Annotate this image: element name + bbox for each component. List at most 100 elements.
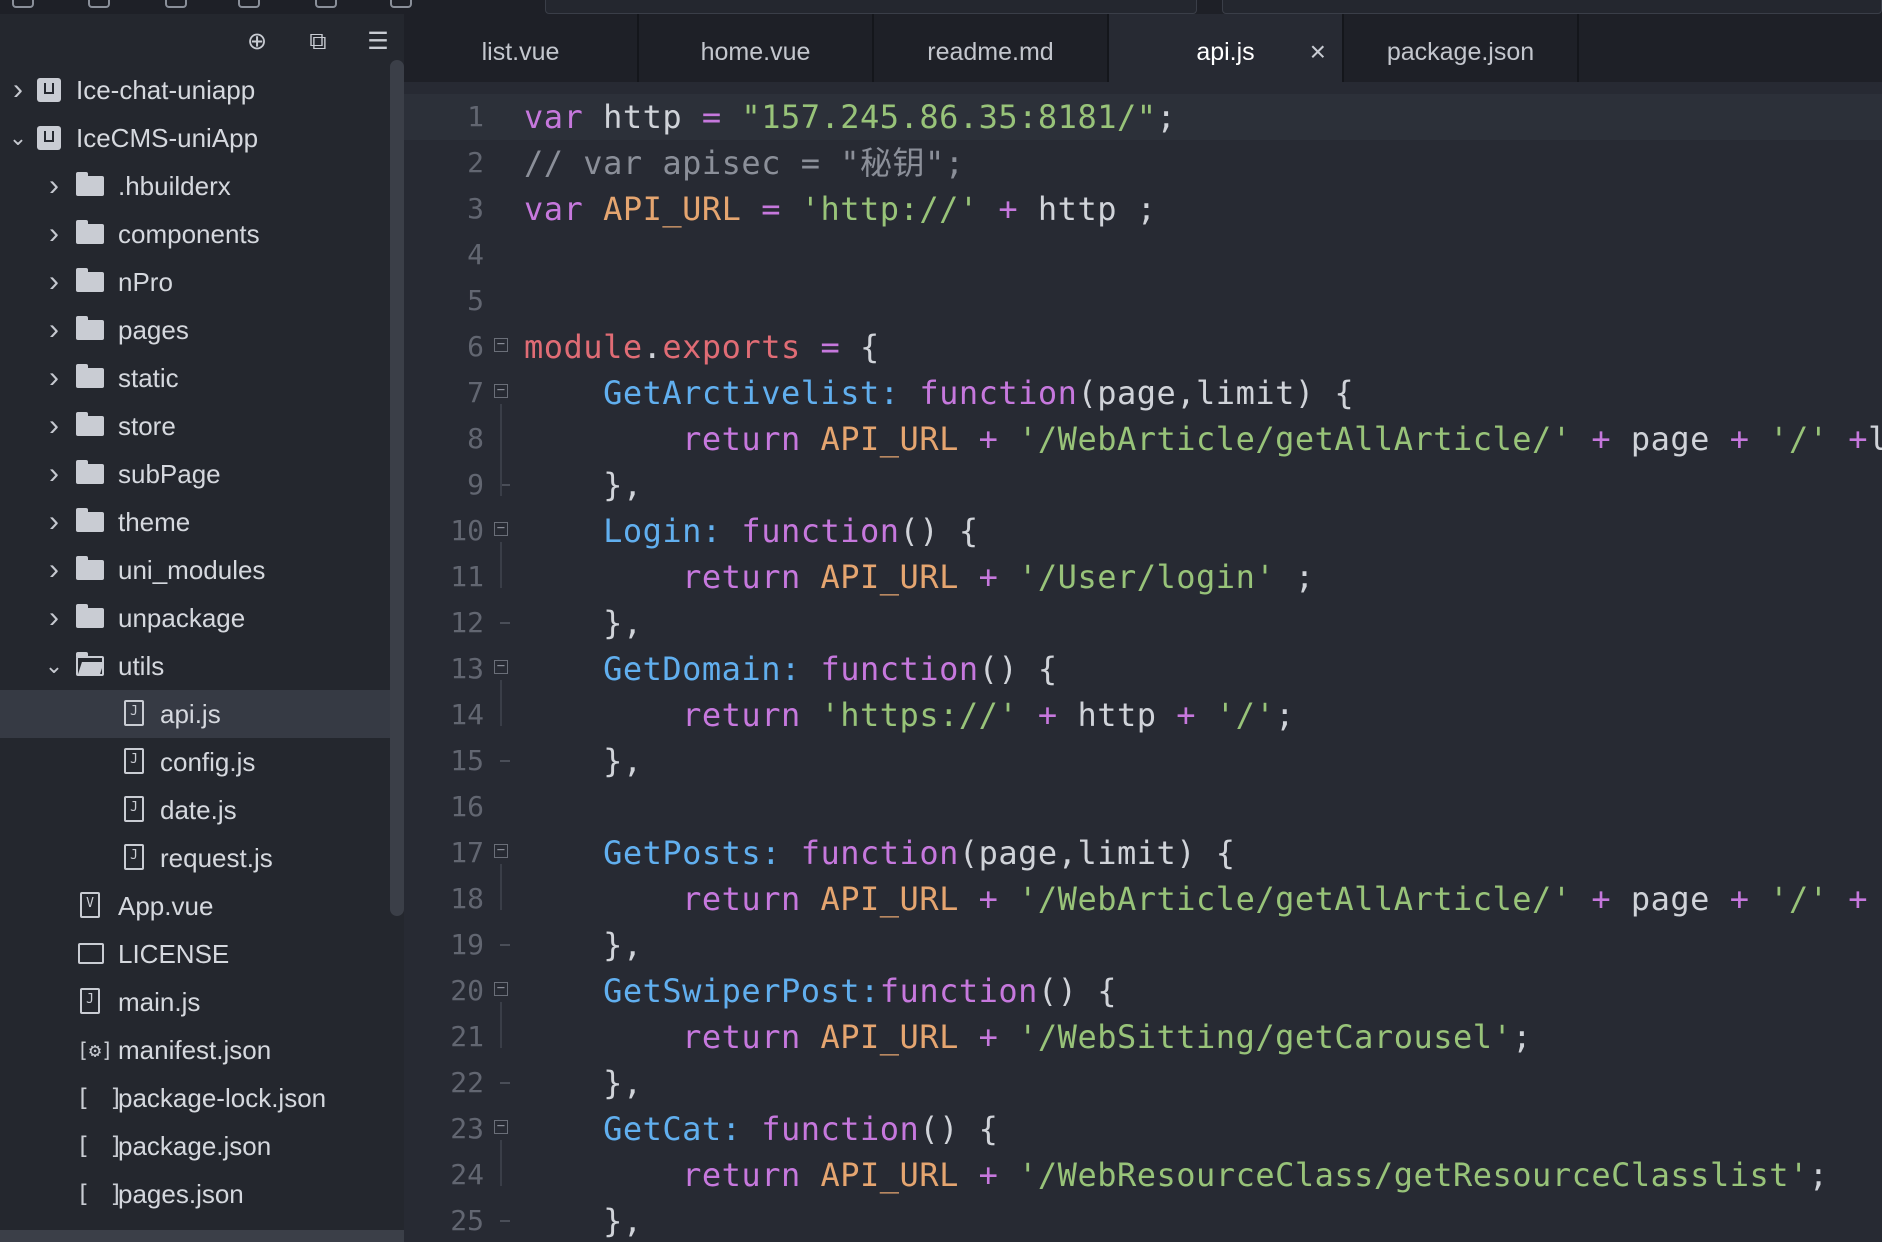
- tree-item[interactable]: › unpackage: [0, 594, 390, 642]
- fold-toggle-icon[interactable]: −: [494, 843, 508, 858]
- fold-toggle-icon[interactable]: −: [494, 659, 508, 674]
- chevron-right-icon[interactable]: ›: [44, 594, 64, 642]
- tree-item[interactable]: Jdate.js: [0, 786, 390, 834]
- code-line[interactable]: 15 },: [404, 738, 1882, 784]
- toolbar-icon[interactable]: [315, 0, 337, 8]
- chevron-right-icon[interactable]: ›: [44, 546, 64, 594]
- chevron-right-icon[interactable]: ›: [44, 354, 64, 402]
- sidebar-scrollbar[interactable]: [390, 60, 404, 916]
- code-token: =: [800, 328, 841, 366]
- code-line[interactable]: 7− GetArctivelist: function(page,limit) …: [404, 370, 1882, 416]
- search-box[interactable]: [1222, 0, 1882, 14]
- run-target-box[interactable]: [545, 0, 1197, 14]
- tree-item[interactable]: LICENSE: [0, 930, 390, 978]
- chevron-right-icon[interactable]: ›: [44, 450, 64, 498]
- code-line[interactable]: 16: [404, 784, 1882, 830]
- fold-toggle-icon[interactable]: −: [494, 337, 508, 352]
- code-line[interactable]: 2 // var apisec = "秘钥";: [404, 140, 1882, 186]
- close-icon[interactable]: ×: [1310, 14, 1326, 90]
- tree-item[interactable]: Jrequest.js: [0, 834, 390, 882]
- tree-item[interactable]: Jconfig.js: [0, 738, 390, 786]
- code-token: ;: [1275, 696, 1295, 734]
- tab-api-js[interactable]: api.js ×: [1109, 14, 1344, 82]
- code-line[interactable]: 1 var http = "157.245.86.35:8181/";: [404, 94, 1882, 140]
- toolbar-icon[interactable]: [390, 0, 412, 8]
- code-line[interactable]: 5: [404, 278, 1882, 324]
- tree-item[interactable]: [ ] pages.json: [0, 1170, 390, 1218]
- code-line[interactable]: 24 return API_URL + '/WebResourceClass/g…: [404, 1152, 1882, 1198]
- code-line[interactable]: 6− module.exports = {: [404, 324, 1882, 370]
- toolbar-icon[interactable]: [165, 0, 187, 8]
- tree-item[interactable]: ⌄ utils: [0, 642, 390, 690]
- code-token: +: [978, 190, 1019, 228]
- tree-item[interactable]: › .hbuilderx: [0, 162, 390, 210]
- code-line[interactable]: 14 return 'https://' + http + '/';: [404, 692, 1882, 738]
- chevron-right-icon[interactable]: ›: [44, 306, 64, 354]
- line-number: 19: [450, 928, 484, 961]
- tree-item[interactable]: ⌄ IceCMS-uniApp: [0, 114, 390, 162]
- tree-item[interactable]: Jmain.js: [0, 978, 390, 1026]
- code-line[interactable]: 13− GetDomain: function() {: [404, 646, 1882, 692]
- fold-toggle-icon[interactable]: −: [494, 981, 508, 996]
- code-line[interactable]: 10− Login: function() {: [404, 508, 1882, 554]
- tree-item[interactable]: › nPro: [0, 258, 390, 306]
- code-line[interactable]: 17− GetPosts: function(page,limit) {: [404, 830, 1882, 876]
- fold-toggle-icon[interactable]: −: [494, 1119, 508, 1134]
- code-text: // var apisec = "秘钥";: [524, 140, 965, 186]
- code-line[interactable]: 21 return API_URL + '/WebSitting/getCaro…: [404, 1014, 1882, 1060]
- tree-item[interactable]: › static: [0, 354, 390, 402]
- fold-toggle-icon[interactable]: −: [494, 383, 508, 398]
- vue-file-icon: V: [76, 882, 106, 930]
- chevron-right-icon[interactable]: ›: [44, 162, 64, 210]
- sidebar-horizontal-scrollbar[interactable]: [0, 1230, 404, 1242]
- code-line[interactable]: 3 var API_URL = 'http://' + http ;: [404, 186, 1882, 232]
- fold-toggle-icon[interactable]: −: [494, 521, 508, 536]
- tree-item[interactable]: › Ice-chat-uniapp: [0, 66, 390, 114]
- code-line[interactable]: 12 },: [404, 600, 1882, 646]
- tree-item[interactable]: › store: [0, 402, 390, 450]
- line-number: 5: [467, 284, 484, 317]
- code-text: },: [524, 738, 643, 784]
- top-toolbar: [0, 0, 1882, 14]
- chevron-right-icon[interactable]: ›: [8, 66, 28, 114]
- tree-item[interactable]: [⚙] manifest.json: [0, 1026, 390, 1074]
- tree-item[interactable]: › uni_modules: [0, 546, 390, 594]
- tree-item[interactable]: Japi.js: [0, 690, 390, 738]
- code-line[interactable]: 23− GetCat: function() {: [404, 1106, 1882, 1152]
- tab-readme-md[interactable]: readme.md: [874, 14, 1109, 82]
- tree-item[interactable]: › subPage: [0, 450, 390, 498]
- code-editor[interactable]: 1 var http = "157.245.86.35:8181/"; 2 // va…: [404, 82, 1882, 1242]
- code-line[interactable]: 9 },: [404, 462, 1882, 508]
- tab-home-vue[interactable]: home.vue: [639, 14, 874, 82]
- json-file-icon: [ ]: [76, 1180, 126, 1208]
- tree-item[interactable]: › components: [0, 210, 390, 258]
- code-line[interactable]: 22 },: [404, 1060, 1882, 1106]
- tree-item[interactable]: [ ] package-lock.json: [0, 1074, 390, 1122]
- tab-package-json[interactable]: package.json: [1344, 14, 1579, 82]
- tree-item[interactable]: › theme: [0, 498, 390, 546]
- toolbar-icon[interactable]: [238, 0, 260, 8]
- tree-item[interactable]: › pages: [0, 306, 390, 354]
- chevron-right-icon[interactable]: ›: [44, 210, 64, 258]
- menu-icon[interactable]: ☰: [365, 29, 391, 55]
- code-line[interactable]: 19 },: [404, 922, 1882, 968]
- code-line[interactable]: 11 return API_URL + '/User/login' ;: [404, 554, 1882, 600]
- code-line[interactable]: 25 },: [404, 1198, 1882, 1242]
- locate-icon[interactable]: ⊕: [244, 29, 270, 55]
- collapse-all-icon[interactable]: ⧉: [305, 29, 331, 55]
- chevron-down-icon[interactable]: ⌄: [44, 642, 64, 690]
- tree-item[interactable]: [ ] package.json: [0, 1122, 390, 1170]
- chevron-right-icon[interactable]: ›: [44, 498, 64, 546]
- chevron-right-icon[interactable]: ›: [44, 402, 64, 450]
- toolbar-icon[interactable]: [88, 0, 110, 8]
- toolbar-icon[interactable]: [12, 0, 34, 8]
- code-line[interactable]: 8 return API_URL + '/WebArticle/getAllAr…: [404, 416, 1882, 462]
- tree-item[interactable]: V App.vue: [0, 882, 390, 930]
- chevron-down-icon[interactable]: ⌄: [8, 114, 28, 162]
- chevron-right-icon[interactable]: ›: [44, 258, 64, 306]
- tab-list-vue[interactable]: list.vue: [404, 14, 639, 82]
- code-line[interactable]: 18 return API_URL + '/WebArticle/getAllA…: [404, 876, 1882, 922]
- code-line[interactable]: 4: [404, 232, 1882, 278]
- code-line[interactable]: 20− GetSwiperPost:function() {: [404, 968, 1882, 1014]
